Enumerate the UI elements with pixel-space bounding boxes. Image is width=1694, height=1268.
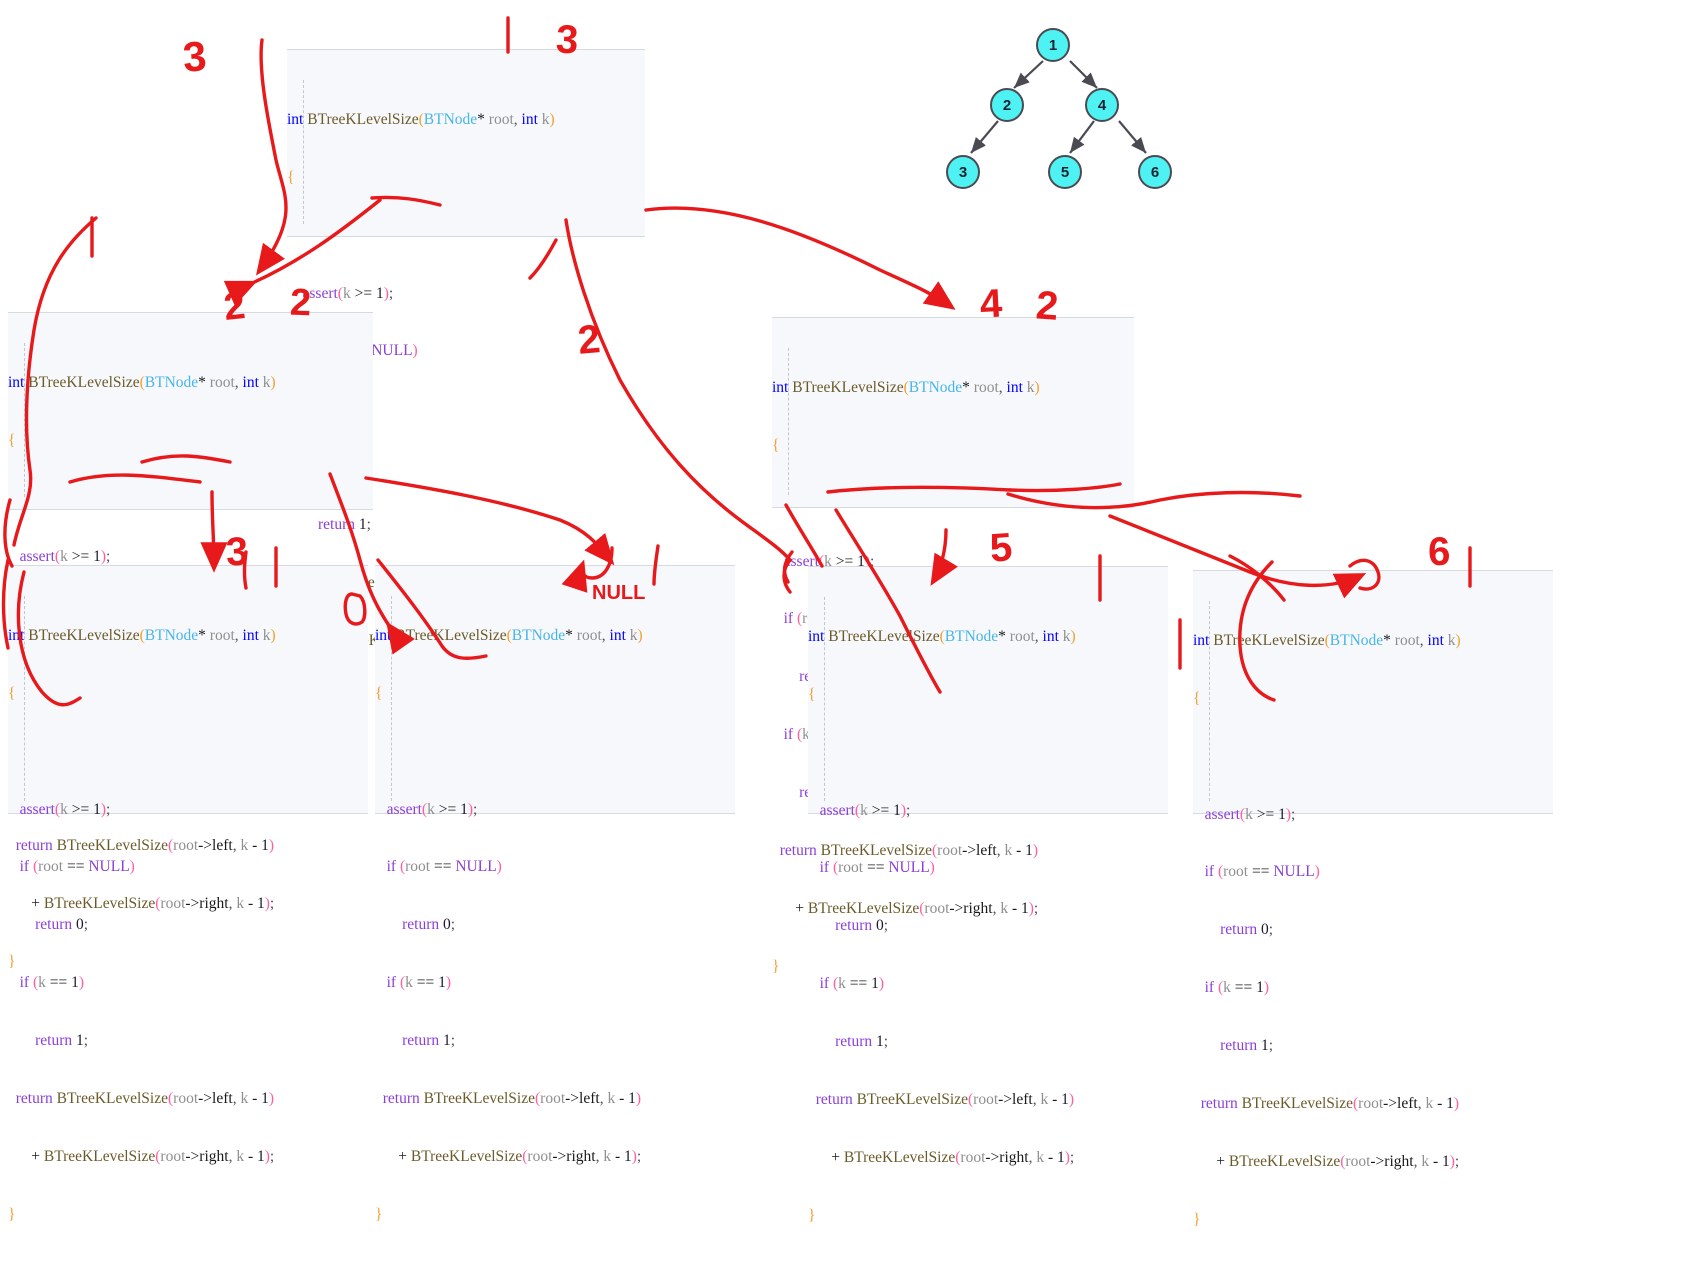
tree-node-label: 1 <box>1048 36 1058 54</box>
tree-node-label: 3 <box>958 163 968 181</box>
code-block-call-null-right[interactable]: int BTreeKLevelSize(BTNode* root, int k)… <box>375 565 735 1223</box>
tree-node-label: 2 <box>1002 96 1012 114</box>
ink-annotation-null-label: NULL <box>592 582 646 604</box>
binary-tree-diagram: 1 2 4 3 5 6 <box>930 8 1220 208</box>
ink-annotation-3-bottom: 3 <box>224 529 250 575</box>
ink-annotation-2-left2: 2 <box>289 281 312 325</box>
tree-node-2[interactable]: 2 <box>990 88 1024 122</box>
code-block-call-4-right[interactable]: int BTreeKLevelSize(BTNode* root, int k)… <box>772 317 1134 975</box>
code-block-call-6-right-right[interactable]: int BTreeKLevelSize(BTNode* root, int k)… <box>1193 570 1553 1228</box>
code-block-call-5-right-left[interactable]: int BTreeKLevelSize(BTNode* root, int k)… <box>808 566 1168 1224</box>
ink-annotation-2-left: 2 <box>221 285 248 329</box>
ink-annotation-3-top: 3 <box>554 17 580 63</box>
ink-annotation-2-right: 2 <box>1034 283 1060 329</box>
code-block-call-3-left-left[interactable]: int BTreeKLevelSize(BTNode* root, int k)… <box>8 565 368 1223</box>
tree-node-label: 5 <box>1060 163 1070 181</box>
tree-node-4[interactable]: 4 <box>1085 88 1119 122</box>
tree-node-5[interactable]: 5 <box>1048 155 1082 189</box>
code-block-call-2-left[interactable]: int BTreeKLevelSize(BTNode* root, int k)… <box>8 312 373 970</box>
tree-node-1[interactable]: 1 <box>1036 28 1070 62</box>
tree-node-label: 6 <box>1150 163 1160 181</box>
tree-node-3[interactable]: 3 <box>946 155 980 189</box>
tree-node-label: 4 <box>1097 96 1107 114</box>
canvas: 1 2 4 3 5 6 int BTreeKLevelSize(BTNode* … <box>0 0 1694 1228</box>
ink-annotation-6-bottom: 6 <box>1427 529 1451 575</box>
code-block-call-1-root[interactable]: int BTreeKLevelSize(BTNode* root, int k)… <box>287 49 645 707</box>
ink-annotation-2-mid: 2 <box>576 317 603 363</box>
ink-annotation-3-topleft: 3 <box>181 32 208 81</box>
ink-annotation-4-right: 4 <box>978 281 1004 327</box>
tree-node-6[interactable]: 6 <box>1138 155 1172 189</box>
ink-annotation-5-bottom: 5 <box>988 525 1014 571</box>
